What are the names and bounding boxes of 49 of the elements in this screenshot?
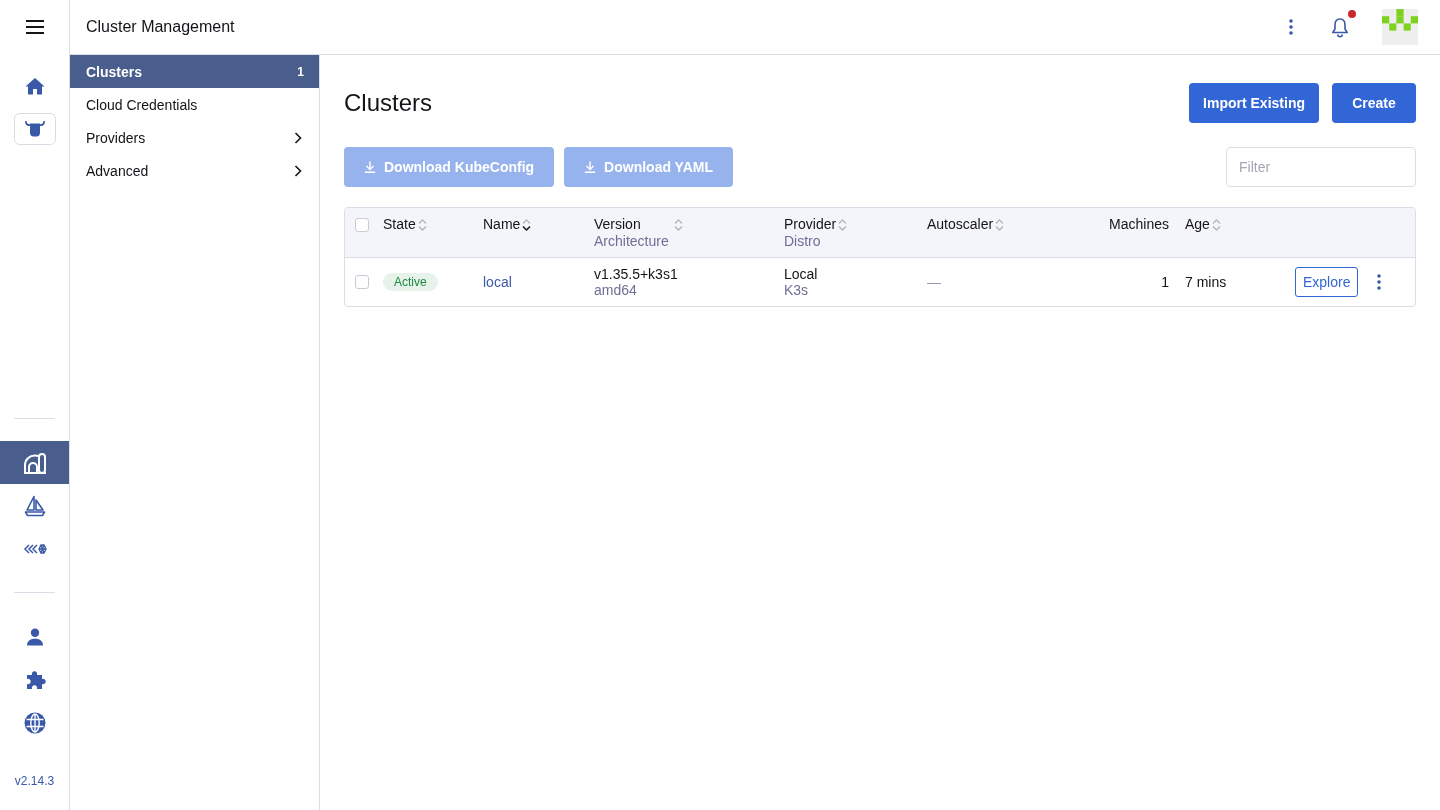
distro-text: K3s (784, 282, 809, 298)
sidebar-item[interactable]: Advanced (70, 154, 319, 187)
item-count: 1 (297, 64, 304, 79)
home-icon[interactable] (24, 76, 45, 95)
column-header: Machines (1109, 216, 1169, 233)
bull-head-icon[interactable] (13, 112, 56, 145)
column-header[interactable]: Provider (784, 216, 848, 233)
sidebar-item[interactable]: Providers (70, 121, 319, 154)
user-icon[interactable] (25, 627, 44, 646)
provider-text: Local (784, 266, 818, 282)
architecture-text: amd64 (594, 282, 637, 298)
page-title: Clusters (344, 89, 433, 117)
sidebar-item[interactable]: Cloud Credentials (70, 88, 319, 121)
chevron-right-icon (294, 164, 302, 177)
column-header[interactable]: State (383, 216, 427, 233)
vertical-dots-icon[interactable] (1377, 274, 1381, 290)
column-subheader: Distro (784, 233, 822, 249)
column-header[interactable]: Name (483, 216, 532, 233)
globe-icon[interactable] (23, 711, 46, 734)
bell-icon[interactable] (1330, 16, 1350, 38)
version-text: v1.35.5+k3s1 (594, 266, 678, 282)
explore-button[interactable]: Explore (1295, 267, 1359, 297)
column-header[interactable]: Autoscaler (927, 216, 1005, 233)
autoscaler-value: — (927, 274, 941, 290)
chevrons-hexagon-icon[interactable] (22, 542, 47, 555)
chevron-right-icon (294, 131, 302, 144)
column-header[interactable]: Age (1185, 216, 1221, 233)
page-heading: Cluster Management (86, 18, 235, 36)
checkbox[interactable] (355, 218, 369, 232)
sailboat-icon[interactable] (23, 494, 46, 517)
action-button[interactable]: Import Existing (1189, 83, 1319, 123)
filter-field[interactable]: Filter (1226, 147, 1416, 187)
menu-icon[interactable] (25, 20, 44, 34)
sort-icon[interactable] (522, 217, 532, 232)
domed-building-icon (22, 451, 47, 474)
age-text: 7 mins (1185, 274, 1227, 290)
machine-count: 1 (1161, 274, 1169, 290)
sidebar-item[interactable]: Clusters 1 (70, 55, 319, 88)
column-header[interactable]: Version (594, 216, 683, 233)
download-icon (584, 161, 597, 173)
column-subheader: Architecture (594, 233, 669, 249)
checkbox[interactable] (355, 275, 369, 289)
version-link[interactable]: v2.14.3 (14, 774, 55, 788)
download-icon (364, 161, 376, 173)
action-button[interactable]: Create (1332, 83, 1416, 123)
vertical-dots-icon[interactable] (1289, 19, 1293, 35)
status-badge: Active (383, 273, 438, 291)
cluster-name-link[interactable]: local (483, 274, 512, 290)
selected-nav-button[interactable] (0, 441, 69, 484)
